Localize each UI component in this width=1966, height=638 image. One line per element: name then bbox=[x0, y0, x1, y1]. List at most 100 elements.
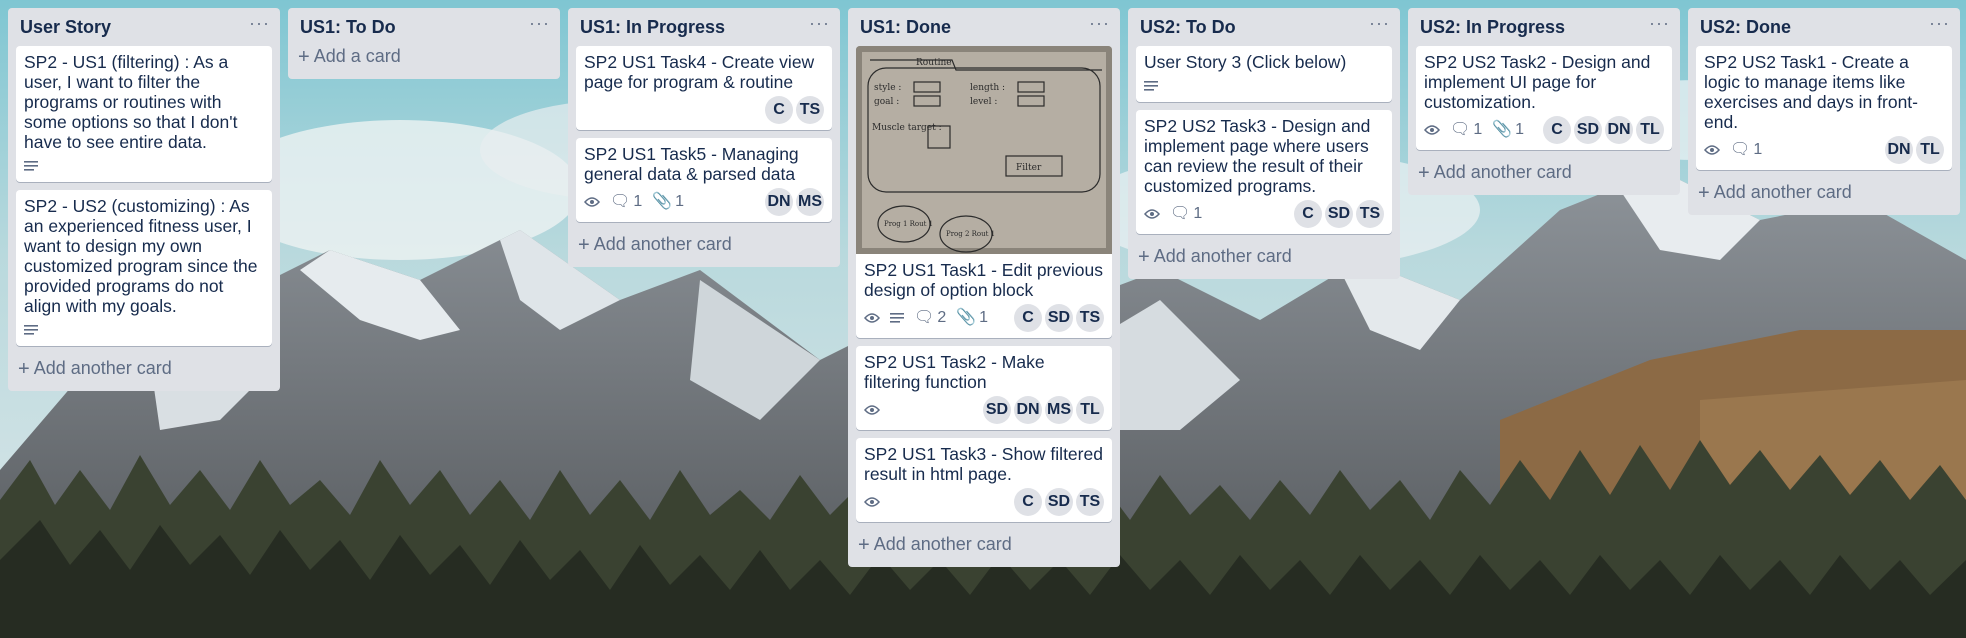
card[interactable]: SP2 US2 Task3 - Design and implement pag… bbox=[1136, 110, 1392, 234]
sketch-prog2-label: Prog 2 Rout 1 bbox=[946, 230, 995, 238]
card[interactable]: SP2 - US2 (customizing) : As an experien… bbox=[16, 190, 272, 346]
comments-badge: 🗨 2 bbox=[914, 309, 947, 326]
comments-badge: 🗨 1 bbox=[1170, 205, 1203, 222]
card-members: C SD DN TL bbox=[1543, 116, 1664, 144]
avatar[interactable]: TL bbox=[1636, 116, 1664, 144]
card-badges: 🗨 1 📎 1 DN MS bbox=[584, 188, 824, 216]
card[interactable]: SP2 US1 Task4 - Create view page for pro… bbox=[576, 46, 832, 130]
avatar[interactable]: MS bbox=[796, 188, 824, 216]
list-menu-icon[interactable]: ··· bbox=[809, 14, 830, 36]
list-title: User Story bbox=[20, 16, 112, 37]
avatar[interactable]: DN bbox=[1014, 396, 1042, 424]
list-us2-in-progress: US2: In Progress ··· SP2 US2 Task2 - Des… bbox=[1408, 8, 1680, 195]
card[interactable]: SP2 US1 Task2 - Make filtering function … bbox=[856, 346, 1112, 430]
comments-badge: 🗨 1 bbox=[1730, 141, 1763, 158]
card-badges bbox=[24, 320, 264, 340]
comment-icon: 🗨 bbox=[1730, 141, 1751, 158]
avatar[interactable]: C bbox=[1014, 304, 1042, 332]
avatar[interactable]: C bbox=[1543, 116, 1571, 144]
card-title: SP2 US2 Task1 - Create a logic to manage… bbox=[1704, 52, 1918, 132]
card[interactable]: Routine style : goal : length : level : … bbox=[856, 46, 1112, 338]
comment-icon: 🗨 bbox=[610, 193, 631, 210]
paperclip-icon: 📎 bbox=[1492, 121, 1513, 138]
plus-icon: + bbox=[578, 233, 590, 256]
avatar[interactable]: SD bbox=[1574, 116, 1602, 144]
card-badges: 🗨 1 C SD TS bbox=[1144, 200, 1384, 228]
card-badges: 🗨 1 📎 1 C SD DN TL bbox=[1424, 116, 1664, 144]
sketch-prog1-label: Prog 1 Rout 1 bbox=[884, 220, 933, 228]
card[interactable]: SP2 US2 Task1 - Create a logic to manage… bbox=[1696, 46, 1952, 170]
card[interactable]: SP2 US1 Task3 - Show filtered result in … bbox=[856, 438, 1112, 522]
card-badges bbox=[24, 156, 264, 176]
add-card-button[interactable]: + Add another card bbox=[576, 230, 832, 259]
attachments-badge: 📎 1 bbox=[652, 193, 685, 210]
avatar[interactable]: SD bbox=[983, 396, 1011, 424]
list-menu-icon[interactable]: ··· bbox=[529, 14, 550, 36]
card-title: SP2 US2 Task3 - Design and implement pag… bbox=[1144, 116, 1371, 196]
avatar[interactable]: DN bbox=[1885, 136, 1913, 164]
card-badges: 🗨 2 📎 1 C SD TS bbox=[864, 304, 1104, 332]
comment-icon: 🗨 bbox=[1170, 205, 1191, 222]
list-menu-icon[interactable]: ··· bbox=[249, 14, 270, 36]
list-title: US1: Done bbox=[860, 16, 952, 37]
card-title: SP2 - US1 (filtering) : As a user, I wan… bbox=[24, 52, 238, 152]
avatar[interactable]: DN bbox=[1605, 116, 1633, 144]
avatar[interactable]: TL bbox=[1076, 396, 1104, 424]
avatar[interactable]: TS bbox=[1076, 488, 1104, 516]
avatar[interactable]: TL bbox=[1916, 136, 1944, 164]
card-members: SD DN MS TL bbox=[983, 396, 1104, 424]
avatar[interactable]: C bbox=[765, 96, 793, 124]
avatar[interactable]: SD bbox=[1045, 304, 1073, 332]
list-user-story: User Story ··· SP2 - US1 (filtering) : A… bbox=[8, 8, 280, 391]
avatar[interactable]: SD bbox=[1325, 200, 1353, 228]
avatar[interactable]: TS bbox=[796, 96, 824, 124]
add-card-button[interactable]: + Add another card bbox=[1416, 158, 1672, 187]
avatar[interactable]: TS bbox=[1356, 200, 1384, 228]
plus-icon: + bbox=[18, 357, 30, 380]
list-menu-icon[interactable]: ··· bbox=[1929, 14, 1950, 36]
list-us1-to-do: US1: To Do ··· + Add a card bbox=[288, 8, 560, 79]
list-menu-icon[interactable]: ··· bbox=[1649, 14, 1670, 36]
card-members: C SD TS bbox=[1294, 200, 1384, 228]
list-header: User Story ··· bbox=[16, 8, 272, 46]
add-card-label: Add a card bbox=[313, 46, 401, 66]
list-menu-icon[interactable]: ··· bbox=[1369, 14, 1390, 36]
card-members: C SD TS bbox=[1014, 488, 1104, 516]
eye-icon bbox=[584, 197, 600, 207]
list-title: US2: Done bbox=[1700, 16, 1792, 37]
eye-icon bbox=[864, 405, 880, 415]
list-header: US1: In Progress ··· bbox=[576, 8, 832, 46]
card[interactable]: User Story 3 (Click below) bbox=[1136, 46, 1392, 102]
eye-icon bbox=[864, 497, 880, 507]
card-cover-image: Routine style : goal : length : level : … bbox=[856, 46, 1112, 254]
add-card-button[interactable]: + Add a card bbox=[296, 42, 552, 71]
list-menu-icon[interactable]: ··· bbox=[1089, 14, 1110, 36]
avatar[interactable]: DN bbox=[765, 188, 793, 216]
list-us2-to-do: US2: To Do ··· User Story 3 (Click below… bbox=[1128, 8, 1400, 279]
plus-icon: + bbox=[858, 533, 870, 556]
eye-icon bbox=[1144, 209, 1160, 219]
card-badges: C TS bbox=[584, 96, 824, 124]
add-card-label: Add another card bbox=[593, 234, 732, 254]
avatar[interactable]: SD bbox=[1045, 488, 1073, 516]
avatar[interactable]: MS bbox=[1045, 396, 1073, 424]
avatar[interactable]: TS bbox=[1076, 304, 1104, 332]
add-card-button[interactable]: + Add another card bbox=[1696, 178, 1952, 207]
card-members: DN MS bbox=[765, 188, 824, 216]
add-card-button[interactable]: + Add another card bbox=[1136, 242, 1392, 271]
eye-icon bbox=[864, 313, 880, 323]
list-header: US1: To Do ··· bbox=[296, 8, 552, 46]
card-badges: C SD TS bbox=[864, 488, 1104, 516]
card[interactable]: SP2 US1 Task5 - Managing general data & … bbox=[576, 138, 832, 222]
card-badges bbox=[1144, 76, 1384, 96]
add-card-button[interactable]: + Add another card bbox=[16, 354, 272, 383]
add-card-button[interactable]: + Add another card bbox=[856, 530, 1112, 559]
list-us1-in-progress: US1: In Progress ··· SP2 US1 Task4 - Cre… bbox=[568, 8, 840, 267]
avatar[interactable]: C bbox=[1294, 200, 1322, 228]
list-us1-done: US1: Done ··· Routine style: goal: len… bbox=[848, 8, 1120, 567]
card[interactable]: SP2 US2 Task2 - Design and implement UI … bbox=[1416, 46, 1672, 150]
card[interactable]: SP2 - US1 (filtering) : As a user, I wan… bbox=[16, 46, 272, 182]
avatar[interactable]: C bbox=[1014, 488, 1042, 516]
add-card-label: Add another card bbox=[1713, 182, 1852, 202]
description-icon bbox=[890, 313, 904, 323]
